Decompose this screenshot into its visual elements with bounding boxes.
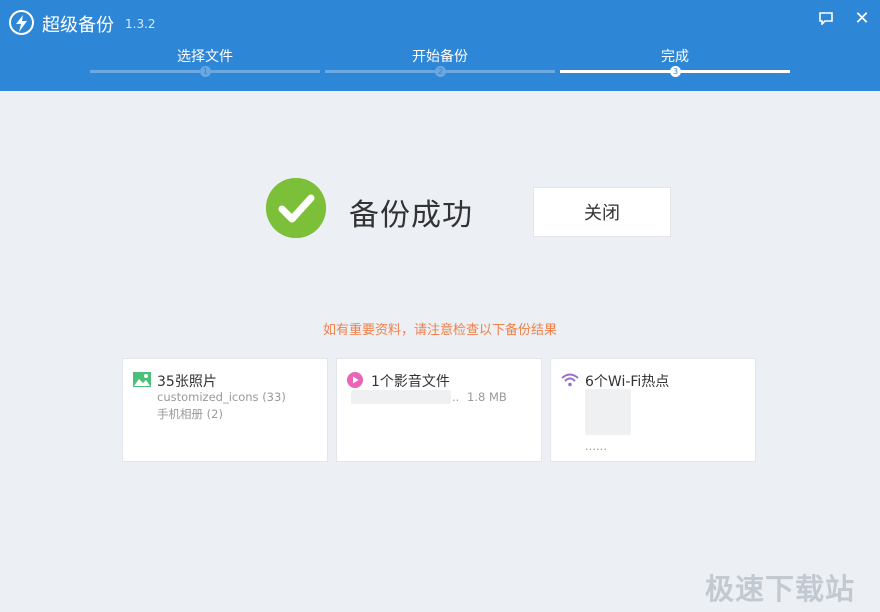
watermark-logo: 极速下载站 — [705, 572, 856, 606]
feedback-icon[interactable] — [816, 8, 836, 28]
media-result-card[interactable]: 1个影音文件 .. 1.8 MB — [336, 358, 542, 462]
photos-folder-customized-icons: customized_icons (33) — [157, 390, 286, 404]
step-dot-2: 2 — [435, 66, 446, 77]
app-title: 超级备份 — [42, 15, 114, 36]
image-icon — [133, 372, 151, 391]
lightning-logo-icon — [9, 10, 34, 35]
title-bar: 超级备份 1.3.2 ✕ 选择文件 1 开始备份 2 完成 3 — [0, 0, 880, 91]
check-results-notice: 如有重要资料，请注意检查以下备份结果 — [322, 323, 557, 338]
step-dot-3: 3 — [670, 66, 681, 77]
step-label-select-files: 选择文件 — [177, 49, 233, 65]
photos-result-card[interactable]: 35张照片 customized_icons (33) 手机相册 (2) — [122, 358, 328, 462]
step-label-start-backup: 开始备份 — [412, 49, 468, 65]
play-icon — [347, 372, 363, 392]
wifi-result-card[interactable]: 6个Wi-Fi热点 ...... — [550, 358, 756, 462]
backup-success-message: 备份成功 — [349, 198, 473, 233]
wifi-more-ellipsis: ...... — [585, 439, 607, 453]
media-filename-ellipsis: .. — [452, 390, 460, 404]
success-check-icon — [266, 178, 326, 238]
media-file-size: 1.8 MB — [467, 390, 507, 404]
close-button[interactable]: 关闭 — [533, 187, 671, 237]
step-dot-1: 1 — [200, 66, 211, 77]
wifi-count: 6个Wi-Fi热点 — [585, 374, 670, 390]
media-filename-redacted — [351, 390, 451, 404]
media-count: 1个影音文件 — [371, 374, 450, 390]
close-window-icon[interactable]: ✕ — [852, 8, 872, 29]
photos-folder-camera-album: 手机相册 (2) — [157, 407, 223, 421]
wifi-names-redacted — [585, 389, 631, 435]
step-label-complete: 完成 — [661, 49, 689, 65]
wifi-icon — [561, 372, 579, 391]
photos-count: 35张照片 — [157, 374, 217, 390]
app-version: 1.3.2 — [125, 17, 156, 31]
